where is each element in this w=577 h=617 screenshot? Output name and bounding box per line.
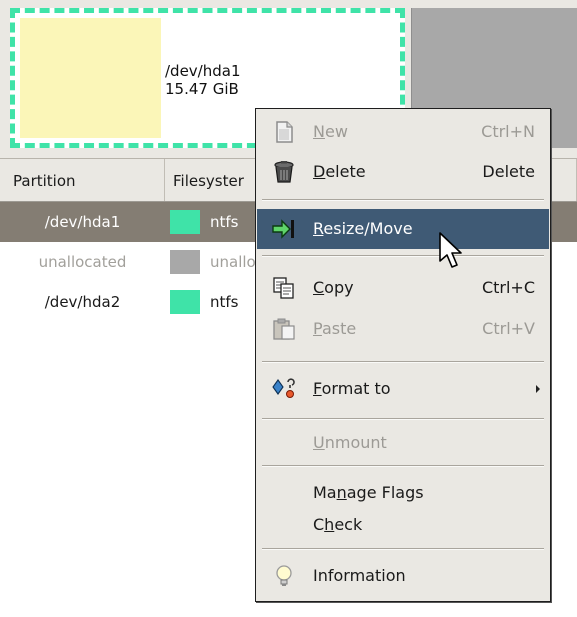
- menu-separator: [262, 255, 544, 257]
- menu-item-label: Check: [313, 515, 363, 534]
- menu-item-unmount[interactable]: Unmount: [257, 423, 549, 463]
- copy-icon: [273, 277, 294, 299]
- menu-item-format-to[interactable]: Format to: [257, 369, 549, 409]
- menu-separator: [262, 548, 544, 550]
- menu-item-label: Delete: [313, 162, 366, 181]
- partition-cell: /dev/hda2: [44, 293, 121, 311]
- menu-item-accelerator: Ctrl+C: [481, 278, 535, 297]
- submenu-arrow-icon: [536, 385, 540, 393]
- menu-item-resize-move[interactable]: Resize/Move: [257, 209, 549, 249]
- menu-separator: [262, 418, 544, 420]
- menu-item-accelerator: Delete: [482, 162, 535, 181]
- partition-block-size: 15.47 GiB: [165, 80, 239, 98]
- menu-item-label: Information: [313, 566, 406, 585]
- partition-cell: /dev/hda1: [44, 213, 121, 231]
- menu-separator: [262, 199, 544, 201]
- filesystem-cell: ntfs: [210, 213, 239, 231]
- format-icon: [272, 378, 295, 398]
- menu-item-label: Format to: [313, 379, 391, 398]
- filesystem-cell: ntfs: [210, 293, 239, 311]
- menu-item-label: Unmount: [313, 433, 387, 452]
- menu-item-label: Paste: [313, 319, 357, 338]
- menu-item-paste[interactable]: Paste Ctrl+V: [257, 309, 549, 349]
- menu-item-accelerator: Ctrl+V: [482, 319, 535, 338]
- menu-item-copy[interactable]: Copy Ctrl+C: [257, 268, 549, 308]
- menu-item-label: Resize/Move: [313, 219, 413, 238]
- column-header-partition[interactable]: Partition: [0, 159, 165, 201]
- context-menu: New Ctrl+N Delete Delete Resize/Move Cop…: [255, 108, 551, 602]
- trash-icon: [274, 161, 294, 183]
- filesystem-color-swatch: [170, 210, 200, 234]
- partition-cell: unallocated: [38, 253, 127, 271]
- filesystem-cell: unallo: [210, 253, 256, 271]
- partition-block-name: /dev/hda1: [165, 62, 241, 80]
- menu-item-delete[interactable]: Delete Delete: [257, 152, 549, 192]
- new-document-icon: [276, 121, 293, 143]
- partition-block-label: /dev/hda1 15.47 GiB: [165, 62, 241, 98]
- menu-item-accelerator: Ctrl+N: [481, 122, 535, 141]
- mouse-cursor-icon: [439, 232, 462, 268]
- lightbulb-icon: [276, 565, 292, 586]
- menu-item-check[interactable]: Check: [257, 505, 549, 545]
- resize-arrow-icon: [272, 219, 294, 239]
- filesystem-color-swatch: [170, 290, 200, 314]
- menu-item-new[interactable]: New Ctrl+N: [257, 112, 549, 152]
- paste-icon: [273, 318, 295, 340]
- menu-separator: [262, 361, 544, 363]
- used-space-bar: [20, 18, 161, 138]
- menu-item-label: New: [313, 122, 348, 141]
- menu-separator: [262, 465, 544, 467]
- filesystem-color-swatch: [170, 250, 200, 274]
- menu-item-information[interactable]: Information: [257, 556, 549, 596]
- menu-item-label: Copy: [313, 278, 354, 297]
